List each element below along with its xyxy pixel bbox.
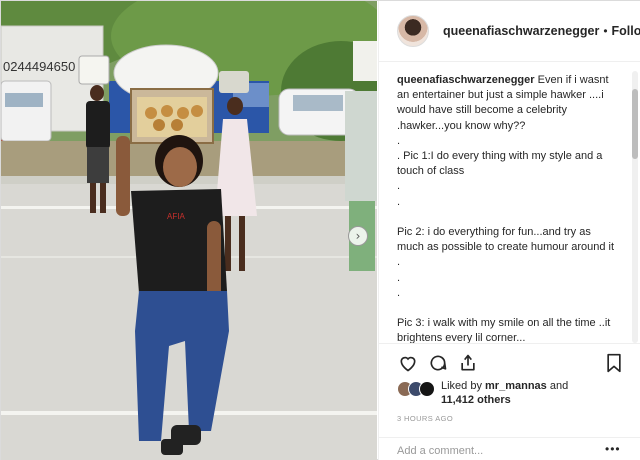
comment-input[interactable] bbox=[397, 443, 597, 459]
share-arrow-icon[interactable] bbox=[457, 352, 479, 374]
liked-by-user[interactable]: mr_mannas bbox=[485, 380, 547, 392]
header-separator: • bbox=[603, 24, 608, 38]
post-actions: Liked by mr_mannas and 11,412 others 3 H… bbox=[379, 343, 640, 459]
comment-bubble-icon[interactable] bbox=[427, 352, 449, 374]
action-icons bbox=[397, 352, 627, 376]
caption-username[interactable]: queenafiaschwarzenegger bbox=[397, 74, 535, 86]
avatar[interactable] bbox=[397, 15, 429, 47]
likes-count[interactable]: 11,412 others bbox=[441, 394, 511, 406]
liked-by-prefix: Liked by bbox=[441, 380, 486, 392]
likes-text: Liked by mr_mannas and 11,412 others bbox=[441, 379, 621, 407]
truck-phone-text: 0244494650 bbox=[3, 59, 75, 74]
post-side-panel: queenafiaschwarzenegger • Following quee… bbox=[378, 1, 640, 460]
more-options-icon[interactable]: ••• bbox=[605, 442, 621, 456]
header-username[interactable]: queenafiaschwarzenegger bbox=[443, 24, 599, 38]
scrollbar-thumb[interactable] bbox=[632, 89, 638, 159]
following-button[interactable]: Following bbox=[612, 24, 640, 38]
photo-illustration: 0244494650 AFIA bbox=[1, 1, 377, 460]
chevron-right-icon: › bbox=[355, 229, 361, 243]
liker-avatars bbox=[397, 381, 437, 397]
comment-row: ••• bbox=[379, 437, 640, 460]
next-photo-button[interactable]: › bbox=[348, 226, 368, 246]
instagram-post: 0244494650 AFIA › queenafiaschwarzenegge… bbox=[0, 0, 640, 460]
post-header: queenafiaschwarzenegger • Following bbox=[379, 1, 640, 62]
post-timestamp[interactable]: 3 HOURS AGO bbox=[397, 414, 453, 423]
bookmark-icon[interactable] bbox=[603, 352, 625, 374]
caption-text: Even if i wasnt an entertainer but just … bbox=[397, 74, 615, 343]
likes-summary: Liked by mr_mannas and 11,412 others bbox=[397, 378, 627, 408]
caption-scrollbar[interactable] bbox=[632, 71, 638, 343]
liked-by-and: and bbox=[546, 380, 569, 392]
shirt-brand-text: AFIA bbox=[167, 212, 185, 221]
post-caption: queenafiaschwarzenegger Even if i wasnt … bbox=[379, 63, 634, 343]
post-photo[interactable]: 0244494650 AFIA › bbox=[1, 1, 377, 460]
avatar[interactable] bbox=[419, 381, 435, 397]
heart-icon[interactable] bbox=[397, 352, 419, 374]
